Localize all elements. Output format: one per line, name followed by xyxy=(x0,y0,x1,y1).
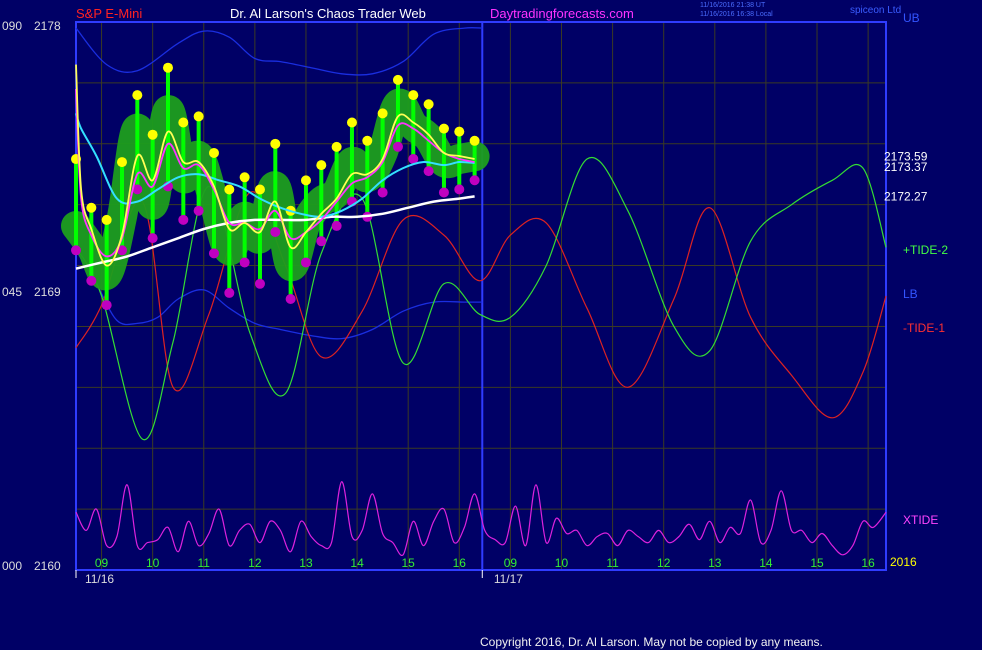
copyright-notice: Copyright 2016, Dr. Al Larson. May not b… xyxy=(480,635,823,649)
low-dot xyxy=(285,294,296,304)
high-dot xyxy=(101,214,112,225)
high-dot xyxy=(224,184,235,195)
x-day-label: 11/17 xyxy=(494,572,523,586)
x-tick-hour: 10 xyxy=(146,556,160,570)
low-dot xyxy=(331,220,342,231)
x-tick-hour: 13 xyxy=(708,556,722,570)
high-dot xyxy=(346,117,357,128)
low-dot xyxy=(438,187,449,198)
symbol-title: S&P E-Mini xyxy=(76,6,143,21)
y-tick-code: 000 xyxy=(2,559,22,573)
x-tick-hour: 10 xyxy=(555,556,569,570)
low-dot xyxy=(270,227,281,238)
x-tick-hour: 12 xyxy=(248,556,262,570)
series-name-label: LB xyxy=(903,287,918,301)
low-dot xyxy=(254,278,265,289)
y-tick-code: 045 xyxy=(2,285,22,299)
high-dot xyxy=(162,62,173,73)
x-tick-hour: 14 xyxy=(350,556,364,570)
y-tick-code: 090 xyxy=(2,19,22,33)
low-dot xyxy=(101,300,112,311)
low-dot xyxy=(392,141,403,152)
x-day-label: 11/16 xyxy=(85,572,114,586)
y-tick-price: 2160 xyxy=(34,559,61,573)
x-tick-hour: 11 xyxy=(606,556,619,570)
series-name-label: +TIDE-2 xyxy=(903,243,948,257)
low-dot xyxy=(239,257,250,268)
x-tick-hour: 16 xyxy=(861,556,875,570)
high-dot xyxy=(132,90,143,101)
timestamp-local: 11/16/2016 16:38 Local xyxy=(700,11,773,18)
grid xyxy=(76,22,886,570)
plot-frame xyxy=(75,21,887,578)
chart-labels: 090 2178 045 2169 000 2160 09 10 11 12 13 14 15 16 09 1… xyxy=(2,11,948,586)
high-dot xyxy=(300,175,311,186)
x-tick-hour: 15 xyxy=(401,556,415,570)
low-dot xyxy=(316,236,327,247)
xtide-line xyxy=(75,481,887,557)
high-dot xyxy=(254,184,265,195)
x-tick-hour: 14 xyxy=(759,556,773,570)
low-dot xyxy=(147,233,158,244)
high-dot xyxy=(331,141,342,152)
series-name-label: -TIDE-1 xyxy=(903,321,945,335)
low-dot xyxy=(469,175,480,186)
timestamp-utc: 11/16/2016 21:38 UT xyxy=(700,2,766,9)
site-link[interactable]: Daytradingforecasts.com xyxy=(490,6,634,21)
high-dot xyxy=(208,147,219,158)
low-dot xyxy=(300,257,311,268)
high-dot xyxy=(86,202,97,213)
high-dot xyxy=(193,111,204,122)
high-dot xyxy=(438,123,449,134)
last-price-label: 2172.27 xyxy=(884,189,928,203)
xtide-panel xyxy=(75,481,887,557)
low-dot xyxy=(224,287,235,298)
band-line xyxy=(75,27,483,76)
high-dot xyxy=(377,108,388,119)
chart-title: Dr. Al Larson's Chaos Trader Web xyxy=(230,6,426,21)
y-tick-price: 2169 xyxy=(34,285,61,299)
x-tick-hour: 11 xyxy=(198,556,211,570)
high-dot xyxy=(116,157,127,168)
x-tick-hour: 09 xyxy=(504,556,518,570)
high-dot xyxy=(454,126,465,137)
low-dot xyxy=(193,205,204,216)
series-name-label: UB xyxy=(903,11,920,25)
low-dot xyxy=(423,166,434,177)
high-dot xyxy=(392,74,403,85)
high-dot xyxy=(178,117,189,128)
x-tick-hour: 12 xyxy=(657,556,671,570)
chaos-chart: 090 2178 045 2169 000 2160 09 10 11 12 13 14 15 16 09 1… xyxy=(2,11,948,586)
series-name-label: XTIDE xyxy=(903,513,938,527)
x-tick-hour: 13 xyxy=(299,556,313,570)
x-tick-hour: 16 xyxy=(453,556,467,570)
x-tick-hour: 09 xyxy=(95,556,109,570)
year-label: 2016 xyxy=(890,555,917,569)
frame-border xyxy=(75,21,887,571)
low-dot xyxy=(178,214,189,225)
high-dot xyxy=(408,90,419,101)
low-dot xyxy=(86,275,97,286)
low-dot xyxy=(454,184,465,195)
x-tick-hour: 15 xyxy=(810,556,824,570)
low-dot xyxy=(377,187,388,198)
y-tick-price: 2178 xyxy=(34,19,61,33)
high-dot xyxy=(316,160,327,171)
low-dot xyxy=(71,245,81,256)
brand-mark: spiceon Ltd xyxy=(850,5,902,16)
high-dot xyxy=(423,99,434,110)
high-dot xyxy=(147,129,158,140)
low-dot xyxy=(208,248,219,259)
last-price-label: 2173.37 xyxy=(884,160,928,174)
high-dot xyxy=(270,138,281,149)
high-dot xyxy=(362,135,373,146)
high-dot xyxy=(239,172,250,183)
high-dot xyxy=(469,135,480,146)
tide1-line xyxy=(75,191,887,419)
